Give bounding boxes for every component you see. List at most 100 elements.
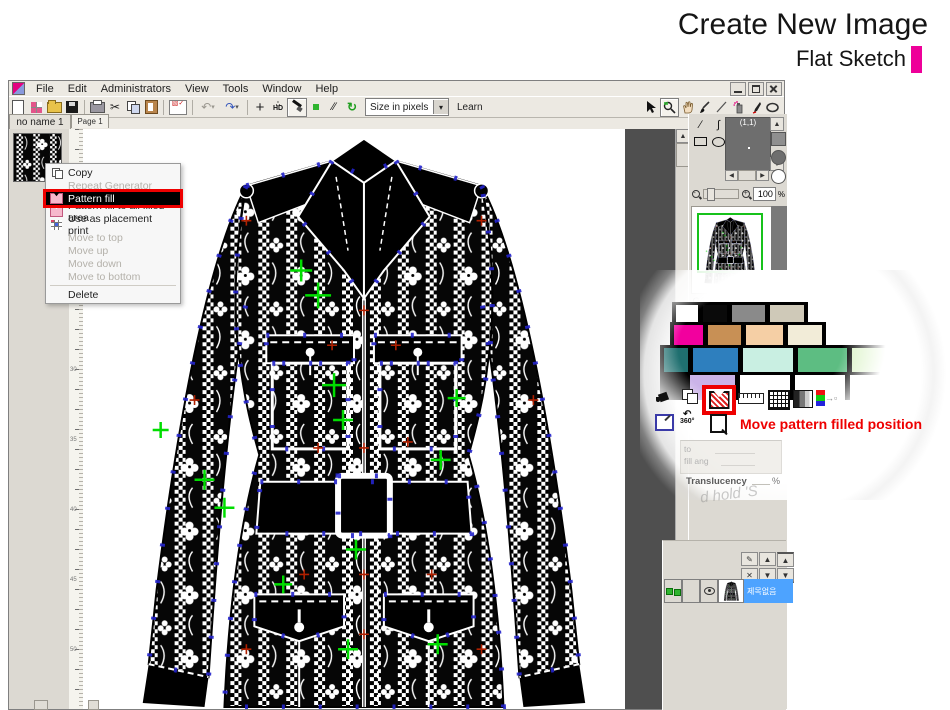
toolbar: ✂ ▧✓ ↶▾ ↷▾ + ∴HD ∕∕ ↻ Size in pixels ▾ L… (9, 96, 784, 118)
gradient-icon[interactable] (793, 390, 813, 408)
redo-button[interactable]: ↷▾ (220, 99, 244, 116)
zoom-unit: % (778, 190, 785, 199)
navigator-view-rect[interactable] (697, 213, 763, 273)
new-template-button[interactable] (27, 99, 45, 116)
line-shape-tool[interactable]: ∕ (692, 117, 709, 132)
rotate-360-icon[interactable]: ↶ 360° (680, 412, 694, 425)
fill-bucket-icon[interactable] (656, 390, 672, 404)
ruler-icon[interactable] (738, 393, 764, 404)
page-title: Create New Image (678, 8, 928, 42)
rgb-channels-icon[interactable]: →▫ (816, 390, 837, 406)
refresh-tool[interactable]: ↻ (343, 99, 361, 116)
context-item-pattern-fill[interactable]: Pattern fill (46, 192, 180, 205)
layer-visibility-icon[interactable] (700, 579, 718, 603)
option-input-line[interactable] (721, 465, 755, 466)
pen-tool[interactable] (747, 99, 764, 116)
new-file-button[interactable] (9, 99, 27, 116)
eraser-ring-tool[interactable] (764, 99, 781, 116)
ruler-number: 45 (70, 577, 77, 583)
layer-thumbnail[interactable] (718, 579, 744, 603)
context-item-placement-print[interactable]: Use as placement print (46, 218, 180, 231)
filled-circle-brush[interactable] (771, 150, 786, 165)
zoom-select-tool[interactable] (660, 98, 679, 117)
maximize-button[interactable] (748, 82, 764, 96)
copy-object-icon[interactable] (682, 389, 698, 404)
close-button[interactable] (766, 82, 782, 96)
layer-move-top-button[interactable]: ▲ (777, 552, 794, 567)
option-input-line[interactable] (715, 453, 755, 454)
size-unit-value: Size in pixels (370, 102, 428, 113)
paste-button[interactable] (142, 99, 160, 116)
brush-tool[interactable] (696, 99, 713, 116)
undo-button[interactable]: ↶▾ (196, 99, 220, 116)
copy-button[interactable] (124, 99, 142, 116)
ruler-number: 40 (70, 507, 77, 513)
repeat-grid-icon[interactable] (768, 390, 790, 410)
context-item-move-up: Move up (46, 244, 180, 257)
rectangle-shape-tool[interactable] (692, 134, 709, 149)
page-tab[interactable]: Page 1 (71, 114, 109, 128)
crosshair-tool[interactable]: + (251, 99, 269, 116)
layer-lock-cell[interactable] (682, 579, 700, 603)
knife-tool[interactable] (287, 98, 307, 117)
menu-view[interactable]: View (178, 83, 216, 95)
swatch[interactable] (850, 375, 893, 401)
layer-move-up-button[interactable]: ▲ (759, 552, 776, 566)
hscroll-fragment[interactable] (34, 700, 48, 710)
context-item-move-to-bottom: Move to bottom (46, 270, 180, 283)
save-button[interactable] (63, 99, 81, 116)
square-brush[interactable] (771, 132, 786, 146)
pan-hand-tool[interactable] (679, 99, 696, 116)
hscroll-fragment[interactable] (88, 700, 99, 710)
layer-name[interactable]: 제목없음 (744, 579, 793, 603)
context-item-delete[interactable]: Delete (46, 288, 180, 301)
preview-hscroll[interactable]: ◀ ▶ (725, 170, 769, 181)
menu-edit[interactable]: Edit (61, 83, 94, 95)
option-to-label: to (684, 444, 691, 454)
open-button[interactable] (45, 99, 63, 116)
size-unit-dropdown[interactable]: Size in pixels ▾ (365, 98, 449, 116)
dropdown-arrow-icon[interactable]: ▾ (433, 100, 448, 114)
color-chip-tool[interactable] (307, 99, 325, 116)
option-fill-angle-label: fill ang (684, 456, 709, 466)
preview-scroll-left: ◀ (725, 170, 738, 181)
swatch[interactable] (852, 348, 890, 375)
rotate-360-label: 360° (680, 418, 694, 425)
swatch[interactable] (664, 348, 688, 375)
accent-bar (911, 46, 922, 73)
export-fit-icon[interactable] (655, 414, 674, 431)
layer-row[interactable]: 제목없음 (664, 579, 793, 603)
move-pattern-position-icon[interactable] (702, 385, 736, 415)
learn-label[interactable]: Learn (457, 102, 483, 113)
layer-pen-button[interactable]: ✎ (741, 552, 758, 566)
menu-window[interactable]: Window (255, 83, 308, 95)
brush-preview: (1,1) (725, 117, 771, 171)
swatch[interactable] (743, 348, 793, 375)
outline-circle-brush[interactable] (771, 169, 786, 184)
document-tab[interactable]: no name 1 (9, 114, 71, 130)
translucency-unit: % (772, 476, 780, 486)
line-tool[interactable] (713, 99, 730, 116)
preview-scroll-up[interactable]: ▲ (770, 117, 784, 131)
cut-button[interactable]: ✂ (106, 99, 124, 116)
swatch[interactable] (798, 348, 847, 375)
menu-tools[interactable]: Tools (216, 83, 256, 95)
transform-object-icon[interactable] (710, 414, 727, 433)
zoom-value-input[interactable]: 100 (753, 187, 776, 201)
zoom-slider[interactable] (703, 189, 740, 199)
zoom-in-icon[interactable]: + (741, 189, 751, 200)
swatch[interactable] (693, 348, 738, 375)
context-item-copy[interactable]: Copy (46, 166, 180, 179)
layer-pattern-icon[interactable] (664, 579, 682, 603)
minimize-button[interactable] (730, 82, 746, 96)
menu-help[interactable]: Help (308, 83, 345, 95)
hd-pattern-tool[interactable]: ∴HD (269, 99, 287, 116)
spray-tool[interactable] (730, 99, 747, 116)
menu-file[interactable]: File (29, 83, 61, 95)
repeat-preview-button[interactable]: ▧✓ (167, 99, 189, 116)
hatch-tool[interactable]: ∕∕ (325, 99, 343, 116)
zoom-out-icon[interactable]: - (691, 189, 701, 200)
print-button[interactable] (88, 99, 106, 116)
select-arrow-tool[interactable] (643, 99, 660, 116)
menu-administrators[interactable]: Administrators (94, 83, 178, 95)
